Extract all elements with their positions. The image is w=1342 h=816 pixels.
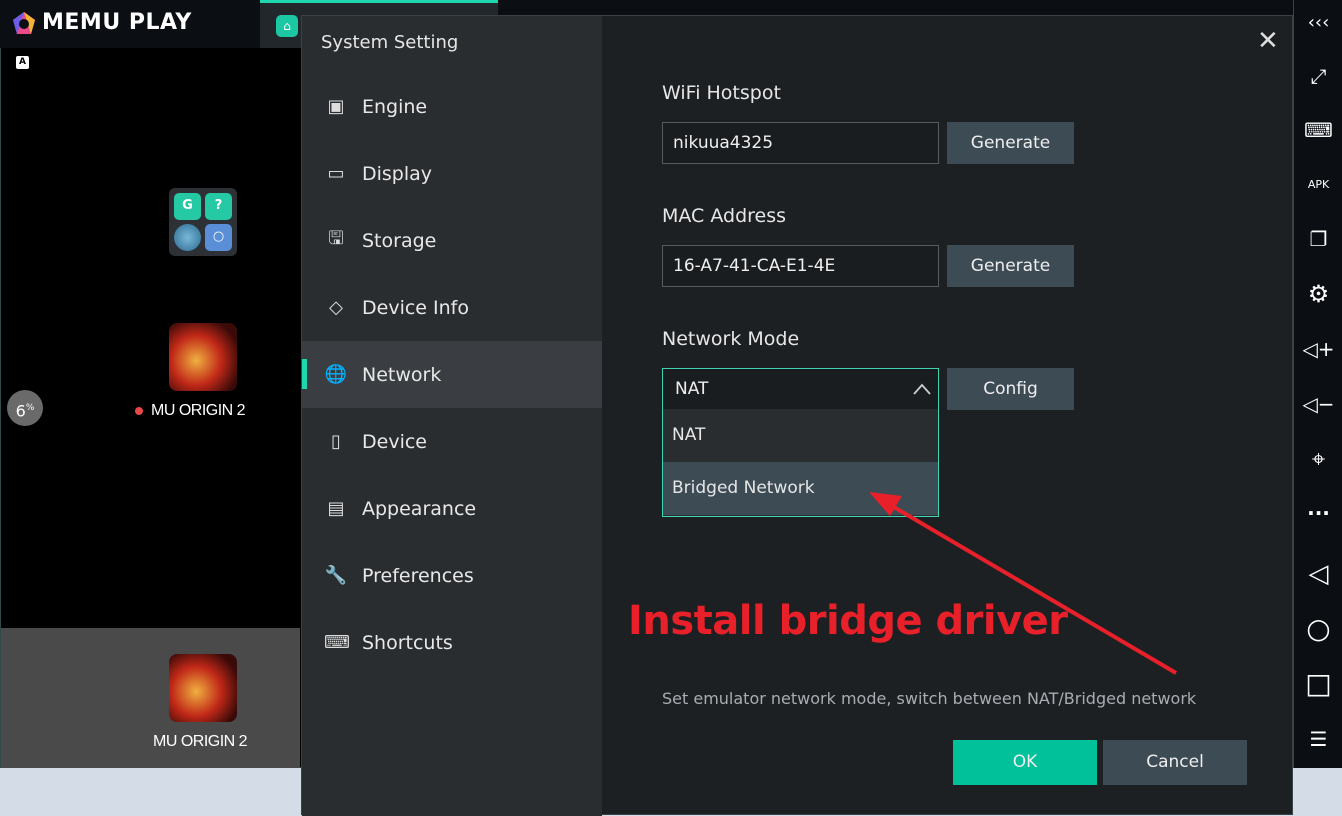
back-icon[interactable]: ◁ xyxy=(1294,559,1342,589)
collapse-icon[interactable]: ‹‹‹ xyxy=(1294,8,1342,38)
memu-logo-icon xyxy=(13,11,35,34)
mu-origin-icon[interactable] xyxy=(169,323,237,391)
progress-unit: % xyxy=(25,403,35,413)
fullscreen-icon[interactable]: ⤢ xyxy=(1294,61,1342,91)
multi-window-icon[interactable]: ❐ xyxy=(1294,224,1342,254)
home-icon[interactable]: ○ xyxy=(1294,614,1342,644)
google-icon: G xyxy=(174,193,201,220)
home-icon: ⌂ xyxy=(276,15,298,37)
files-icon: ○ xyxy=(205,224,232,251)
memu-logo: MEMU PLAY xyxy=(12,10,192,35)
app-folder[interactable]: G ? ○ xyxy=(169,188,237,256)
volume-up-icon[interactable]: ◁+ xyxy=(1294,334,1342,364)
volume-down-icon[interactable]: ◁− xyxy=(1294,389,1342,419)
cancel-button[interactable]: Cancel xyxy=(1103,740,1247,785)
progress-value: 6 xyxy=(15,401,26,421)
dock: MU ORIGIN 2 xyxy=(1,628,300,768)
app-label: MU ORIGIN 2 xyxy=(135,402,246,420)
apk-icon[interactable]: APK xyxy=(1294,170,1342,200)
more-icon[interactable]: ··· xyxy=(1294,498,1342,528)
location-icon[interactable]: ⌖ xyxy=(1294,444,1342,474)
browser-icon xyxy=(174,224,201,251)
settings-icon[interactable]: ⚙ xyxy=(1294,279,1342,309)
network-description: Set emulator network mode, switch betwee… xyxy=(662,689,1197,708)
keyboard-badge: A xyxy=(16,56,29,69)
system-setting-dialog: System Setting ▣ Engine ▭ Display 🖫 Storage… xyxy=(301,15,1293,816)
right-toolbar: ‹‹‹ ⤢ ⌨ APK ❐ ⚙ ◁+ ◁− ⌖ ··· ◁ ○ □ ☰ xyxy=(1293,0,1342,768)
app-name: MU ORIGIN 2 xyxy=(151,402,246,419)
menu-icon[interactable]: ☰ xyxy=(1294,724,1342,754)
recents-icon[interactable]: □ xyxy=(1294,669,1342,699)
keyboard-icon[interactable]: ⌨ xyxy=(1294,115,1342,145)
app-name: MU ORIGIN 2 xyxy=(153,733,248,750)
new-dot xyxy=(135,407,143,415)
progress-circle: 6% xyxy=(7,390,43,426)
help-icon: ? xyxy=(205,193,232,220)
ok-button[interactable]: OK xyxy=(953,740,1097,785)
mu-origin-icon[interactable] xyxy=(169,654,237,722)
logo-text: MEMU PLAY xyxy=(42,10,192,35)
